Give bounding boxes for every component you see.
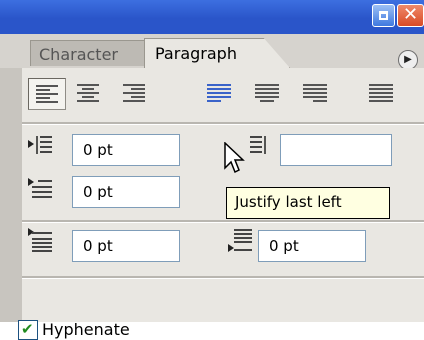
right-indent-field[interactable]: [280, 134, 392, 166]
title-bar: ✕: [0, 0, 424, 34]
paragraph-panel: Character Paragraph ▶ 0 pt 0 pt 0 pt 0 p…: [0, 34, 424, 340]
align-right-icon: [123, 84, 145, 102]
separator: [22, 276, 424, 279]
justify-last-right-button[interactable]: [296, 78, 334, 110]
align-left-button[interactable]: [28, 78, 66, 110]
hyphenate-label: Hyphenate: [42, 320, 130, 339]
justify-all-button[interactable]: [362, 78, 400, 110]
separator: [22, 122, 424, 125]
minimize-icon[interactable]: [372, 4, 395, 27]
panel-left-edge: [0, 34, 22, 322]
justify-last-center-icon: [255, 84, 279, 102]
space-before-icon: [28, 228, 52, 252]
justify-last-left-button[interactable]: [200, 78, 238, 110]
tab-strip: Character Paragraph ▶: [0, 34, 424, 70]
left-indent-field[interactable]: [72, 134, 180, 166]
space-after-field[interactable]: [258, 230, 366, 262]
space-after-icon: [228, 229, 252, 252]
first-line-indent-icon: [28, 178, 52, 198]
check-icon: ✔: [21, 320, 34, 338]
close-icon[interactable]: ✕: [397, 4, 424, 27]
right-indent-icon: [250, 136, 266, 154]
first-line-indent-field[interactable]: [72, 176, 180, 208]
align-center-icon: [77, 84, 99, 102]
mouse-cursor-icon: [224, 142, 245, 174]
justify-last-center-button[interactable]: [248, 78, 286, 110]
justify-last-left-icon: [207, 84, 231, 102]
space-before-field[interactable]: [72, 230, 180, 262]
separator: [22, 220, 424, 223]
tab-paragraph[interactable]: Paragraph: [144, 38, 290, 68]
align-right-button[interactable]: [116, 78, 154, 110]
justify-all-icon: [369, 84, 393, 102]
tab-character[interactable]: Character: [30, 40, 160, 66]
align-center-button[interactable]: [70, 78, 108, 110]
align-left-icon: [36, 85, 58, 103]
tooltip: Justify last left: [226, 187, 390, 219]
hyphenate-checkbox[interactable]: ✔: [18, 320, 38, 340]
justify-last-right-icon: [303, 84, 327, 102]
left-indent-icon: [28, 136, 52, 154]
panel-menu-icon[interactable]: ▶: [398, 50, 418, 70]
